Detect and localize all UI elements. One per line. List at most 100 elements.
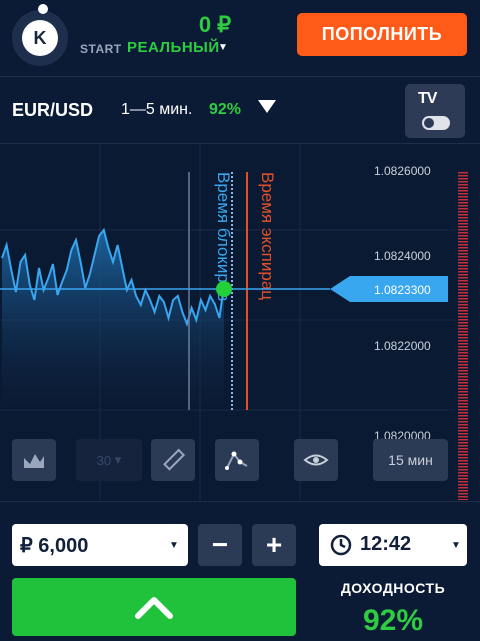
- volume-tick: [458, 499, 468, 500]
- expiry-label: Время экспирац: [258, 172, 277, 300]
- price-label: 1.0824000: [374, 249, 431, 263]
- volume-tick: [458, 436, 468, 438]
- volume-tick: [458, 199, 468, 201]
- volume-tick: [458, 235, 468, 237]
- volume-tick: [458, 355, 468, 357]
- level-label: START: [80, 42, 122, 56]
- volume-tick: [458, 442, 468, 444]
- volume-tick: [458, 271, 468, 273]
- chevron-down-icon[interactable]: ▼: [218, 42, 228, 53]
- volume-tick: [458, 298, 468, 300]
- volume-tick: [458, 496, 468, 498]
- buy-up-button[interactable]: [12, 578, 296, 636]
- volume-tick: [458, 280, 468, 282]
- volume-tick: [458, 175, 468, 177]
- volume-tick: [458, 454, 468, 456]
- amount-value: ₽ 6,000: [20, 535, 89, 557]
- ruler-icon: [163, 448, 185, 471]
- volume-tick: [458, 463, 468, 465]
- volume-tick: [458, 220, 468, 222]
- volume-tick: [458, 418, 468, 420]
- volume-tick: [458, 421, 468, 423]
- volume-tick: [458, 301, 468, 303]
- volume-tick: [458, 304, 468, 306]
- volume-tick: [458, 472, 468, 474]
- volume-tick: [458, 253, 468, 255]
- ruler-button[interactable]: [151, 439, 195, 481]
- current-price-label: 1.0823300: [374, 283, 431, 297]
- volume-tick: [458, 181, 468, 183]
- balance: 0 ₽: [198, 12, 232, 37]
- timeframe-dim-label: 30: [96, 452, 112, 468]
- avatar[interactable]: K: [22, 20, 58, 56]
- volume-tick: [458, 460, 468, 462]
- volume-tick: [458, 211, 468, 213]
- volume-tick: [458, 403, 468, 405]
- volume-tick: [458, 250, 468, 252]
- chevron-down-icon[interactable]: ▼: [451, 540, 461, 551]
- timeframe-button[interactable]: 15 мин: [373, 439, 448, 481]
- deposit-button[interactable]: ПОПОЛНИТЬ: [297, 13, 467, 56]
- volume-tick: [458, 286, 468, 288]
- account-type[interactable]: РЕАЛЬНЫЙ: [127, 39, 220, 56]
- volume-tick: [458, 223, 468, 225]
- volume-tick: [458, 208, 468, 210]
- time-value: 12:42: [360, 533, 412, 555]
- yield-label: ДОХОДНОСТЬ: [340, 580, 446, 596]
- volume-tick: [458, 349, 468, 351]
- volume-tick: [458, 382, 468, 384]
- asset-pair[interactable]: EUR/USD: [12, 100, 93, 121]
- volume-tick: [458, 244, 468, 246]
- volume-tick: [458, 334, 468, 336]
- volume-tick: [458, 184, 468, 186]
- volume-tick: [458, 331, 468, 333]
- volume-tick: [458, 376, 468, 378]
- volume-tick: [458, 226, 468, 228]
- volume-tick: [458, 316, 468, 318]
- volume-tick: [458, 247, 468, 249]
- volume-tick: [458, 448, 468, 450]
- volume-tick: [458, 340, 468, 342]
- volume-tick: [458, 193, 468, 195]
- expiry-range: 1—5 мин.: [121, 101, 193, 118]
- chart-type-button[interactable]: [12, 439, 56, 481]
- volume-tick: [458, 493, 468, 495]
- volume-tick: [458, 397, 468, 399]
- chevron-down-icon[interactable]: ▼: [169, 540, 179, 551]
- volume-tick: [458, 487, 468, 489]
- eye-icon: [303, 454, 329, 466]
- volume-tick: [458, 478, 468, 480]
- volume-tick: [458, 265, 468, 267]
- volume-tick: [458, 256, 468, 258]
- volume-tick: [458, 358, 468, 360]
- volume-tick: [458, 319, 468, 321]
- volume-tick: [458, 373, 468, 375]
- asset-dropdown-icon[interactable]: [258, 100, 276, 113]
- volume-tick: [458, 328, 468, 330]
- volume-tick: [458, 310, 468, 312]
- volume-tick: [458, 415, 468, 417]
- increase-amount-button[interactable]: +: [252, 524, 296, 566]
- volume-tick: [458, 238, 468, 240]
- decrease-amount-button[interactable]: −: [198, 524, 242, 566]
- volume-tick: [458, 337, 468, 339]
- volume-tick: [458, 388, 468, 390]
- volume-tick: [458, 274, 468, 276]
- volume-tick: [458, 409, 468, 411]
- price-label: 1.0822000: [374, 339, 431, 353]
- volume-tick: [458, 412, 468, 414]
- volume-tick: [458, 451, 468, 453]
- volume-tick: [458, 178, 468, 180]
- avatar-status-dot: [38, 4, 48, 14]
- volume-tick: [458, 433, 468, 435]
- volume-tick: [458, 439, 468, 441]
- area-chart-icon: [24, 454, 44, 468]
- volume-tick: [458, 205, 468, 207]
- eye-button[interactable]: [294, 439, 338, 481]
- volume-tick: [458, 475, 468, 477]
- volume-tick: [458, 469, 468, 471]
- volume-tick: [458, 202, 468, 204]
- indicators-button[interactable]: [215, 439, 259, 481]
- volume-tick: [458, 385, 468, 387]
- volume-tick: [458, 400, 468, 402]
